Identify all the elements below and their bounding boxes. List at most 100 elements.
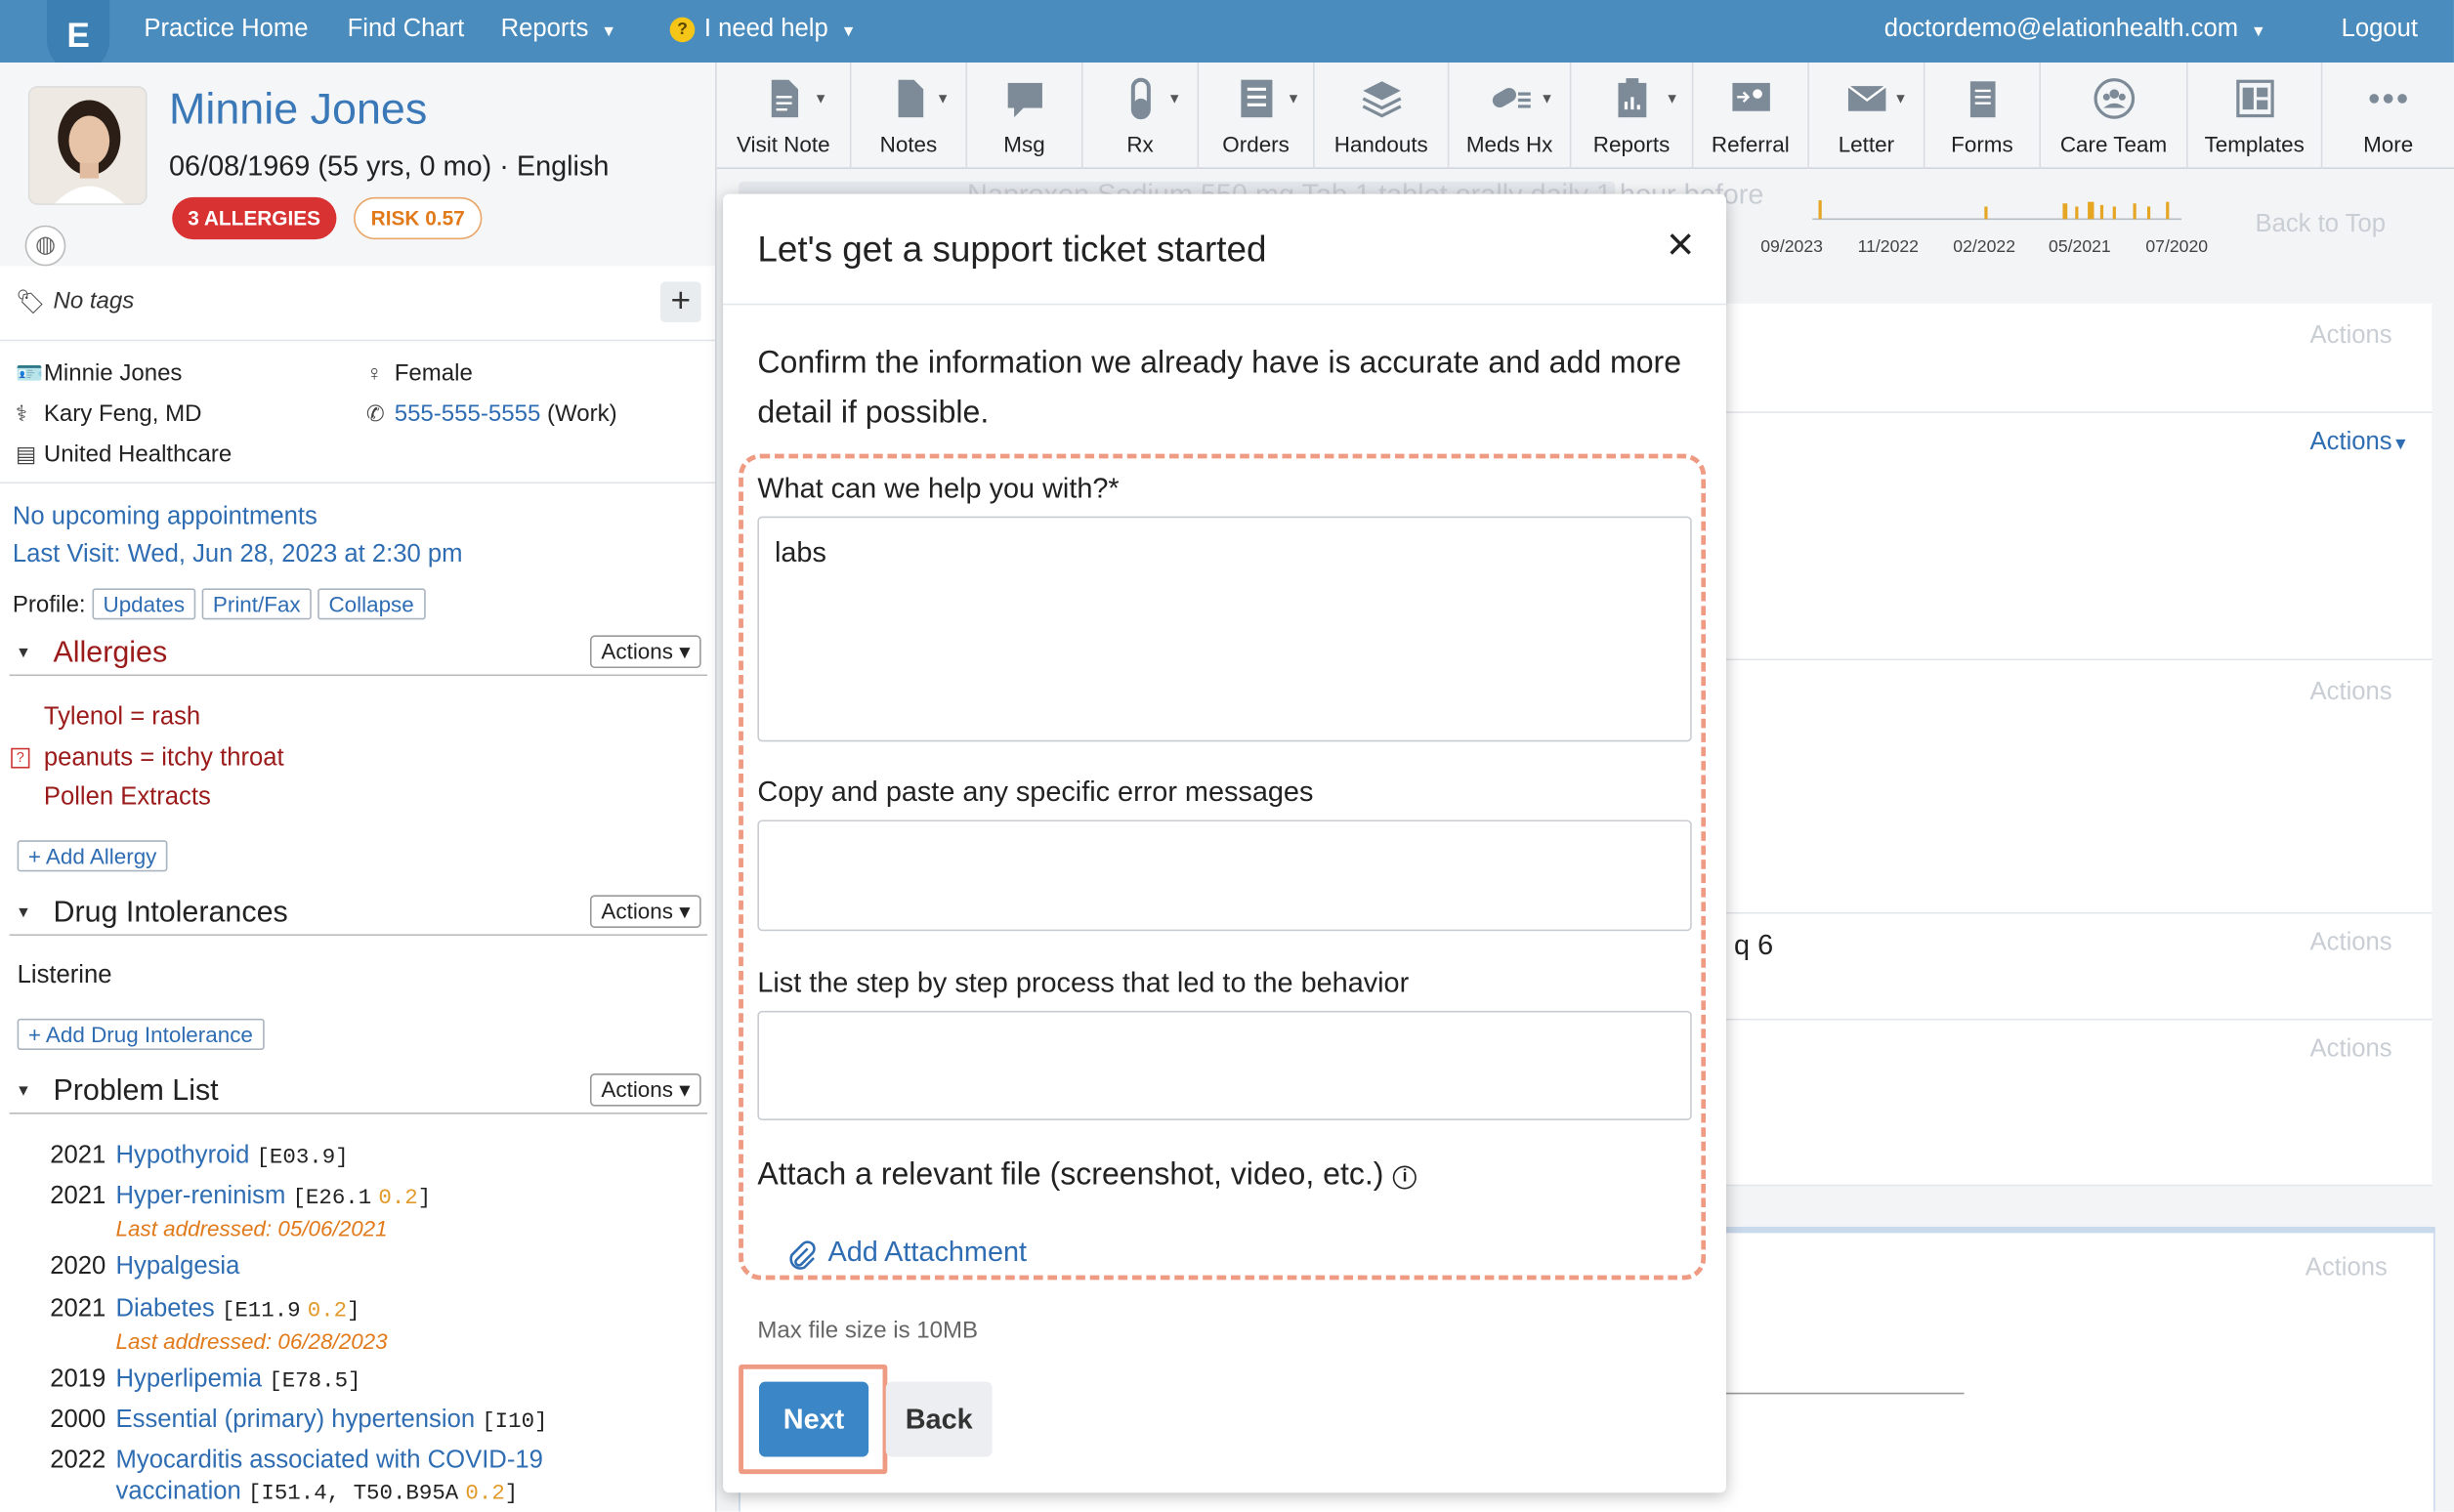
toolbar-label: Letter xyxy=(1838,131,1895,157)
add-drug-intolerance-button[interactable]: + Add Drug Intolerance xyxy=(17,1018,265,1050)
card-actions[interactable]: Actions xyxy=(2310,322,2392,351)
problem-link[interactable]: Myocarditis associated with COVID-19 xyxy=(116,1448,543,1474)
med-timeline-bars xyxy=(1812,200,2182,221)
elation-logo-icon[interactable]: E xyxy=(47,0,110,72)
allergies-title: Allergies xyxy=(53,637,168,670)
card-actions[interactable]: Actions xyxy=(2310,1036,2392,1065)
templates-icon xyxy=(2235,79,2273,118)
toolbar-label: Referral xyxy=(1711,131,1790,157)
globe-icon[interactable]: ◍ xyxy=(24,225,66,267)
user-menu[interactable]: doctordemo@elationhealth.com ▼ xyxy=(1884,16,2266,44)
problem-item: 2021 Hypothyroid [E03.9] xyxy=(50,1142,348,1170)
problem-item-cont: vaccination [I51.4, T50.B95A 0.2] xyxy=(116,1479,519,1507)
toolbar-msg[interactable]: Msg xyxy=(967,63,1083,170)
toolbar-label: Care Team xyxy=(2059,131,2168,157)
problem-code: [E03.9] xyxy=(256,1145,349,1171)
info-icon[interactable]: i xyxy=(1393,1165,1417,1190)
phone-icon: ✆ xyxy=(365,400,385,426)
problem-link-cont[interactable]: vaccination xyxy=(116,1479,241,1505)
card-actions[interactable]: Actions xyxy=(2310,930,2392,958)
avatar[interactable] xyxy=(27,86,148,205)
clipboard-chart-icon xyxy=(1617,78,1646,118)
card-actions-active[interactable]: Actions▼ xyxy=(2310,429,2410,457)
upcoming-appointments-link[interactable]: No upcoming appointments xyxy=(13,504,317,532)
chevron-down-icon: ▼ xyxy=(1665,90,1679,106)
toolbar-forms[interactable]: Forms xyxy=(1925,63,2042,170)
error-field-label: Copy and paste any specific error messag… xyxy=(757,776,1314,808)
steps-textarea[interactable] xyxy=(757,1010,1692,1121)
collapse-triangle-icon[interactable]: ▼ xyxy=(16,904,31,922)
toolbar-reports[interactable]: ▼ Reports xyxy=(1571,63,1694,170)
add-tag-button[interactable]: + xyxy=(660,281,701,323)
allergy-item[interactable]: Tylenol = rash xyxy=(44,704,200,733)
toolbar-label: Rx xyxy=(1126,131,1154,157)
collapse-triangle-icon[interactable]: ▼ xyxy=(16,645,31,662)
add-allergy-button[interactable]: + Add Allergy xyxy=(17,840,168,872)
toolbar-label: More xyxy=(2363,131,2414,157)
forms-icon xyxy=(1969,81,1995,118)
back-to-top-link[interactable]: Back to Top xyxy=(2255,211,2385,239)
problem-link[interactable]: Hypalgesia xyxy=(116,1253,240,1280)
problem-link[interactable]: Hyperlipemia xyxy=(116,1366,263,1393)
phone-link[interactable]: 555-555-5555 xyxy=(395,400,541,427)
add-attachment-link[interactable]: Add Attachment xyxy=(827,1237,1027,1270)
card-actions[interactable]: Actions xyxy=(2310,679,2392,707)
patient-sex-row: ♀ Female xyxy=(366,359,473,386)
tags-text: No tags xyxy=(53,287,135,315)
sig-fragment: q 6 xyxy=(1734,929,1774,961)
toolbar-visit-note[interactable]: ▼ Visit Note xyxy=(717,63,852,170)
toolbar-rx[interactable]: ▼ Rx xyxy=(1083,63,1200,170)
toolbar-care-team[interactable]: Care Team xyxy=(2041,63,2188,170)
patient-name[interactable]: Minnie Jones xyxy=(169,85,427,135)
close-icon[interactable]: × xyxy=(1667,222,1694,269)
problems-actions-button[interactable]: Actions ▾ xyxy=(590,1072,701,1107)
top-nav: E Practice Home Find Chart Reports ▼ ? I n… xyxy=(0,0,2454,72)
toolbar-label: Orders xyxy=(1222,131,1290,157)
nav-reports-label: Reports xyxy=(500,16,589,43)
profile-collapse-button[interactable]: Collapse xyxy=(317,588,425,620)
risk-badge[interactable]: RISK 0.57 xyxy=(354,196,483,240)
nav-find-chart[interactable]: Find Chart xyxy=(348,16,465,44)
allergy-badge[interactable]: 3 ALLERGIES xyxy=(172,196,337,240)
toolbar-more[interactable]: More xyxy=(2322,63,2454,169)
toolbar-letter[interactable]: ▼ Letter xyxy=(1809,63,1925,170)
problem-year: 2022 xyxy=(50,1447,106,1475)
problem-link[interactable]: Diabetes xyxy=(116,1295,215,1322)
last-visit-link[interactable]: Last Visit: Wed, Jun 28, 2023 at 2:30 pm xyxy=(13,541,463,569)
help-textarea[interactable]: labs xyxy=(757,516,1692,742)
profile-label: Profile: xyxy=(12,591,86,618)
back-button[interactable]: Back xyxy=(885,1381,993,1457)
toolbar-referral[interactable]: Referral xyxy=(1693,63,1809,170)
modal-title: Let's get a support ticket started xyxy=(757,228,1267,270)
problem-link[interactable]: Essential (primary) hypertension xyxy=(116,1407,476,1433)
profile-print-fax-button[interactable]: Print/Fax xyxy=(201,588,312,620)
toolbar-label: Reports xyxy=(1592,131,1671,157)
profile-updates-button[interactable]: Updates xyxy=(92,588,196,620)
intolerances-actions-button[interactable]: Actions ▾ xyxy=(590,895,701,928)
toolbar-templates[interactable]: Templates xyxy=(2188,63,2323,170)
toolbar-meds-hx[interactable]: ▼ Meds Hx xyxy=(1449,63,1572,170)
problem-link[interactable]: Hyper-reninism xyxy=(116,1183,286,1209)
toolbar-orders[interactable]: ▼ Orders xyxy=(1199,63,1315,170)
allergy-item[interactable]: Pollen Extracts xyxy=(44,784,211,813)
toolbar-label: Msg xyxy=(1003,131,1045,157)
allergy-item[interactable]: peanuts = itchy throat xyxy=(44,745,284,774)
next-button[interactable]: Next xyxy=(758,1381,869,1457)
toolbar-notes[interactable]: ▼ Notes xyxy=(851,63,968,170)
nav-help[interactable]: ? I need help ▼ xyxy=(669,16,856,44)
allergies-actions-button[interactable]: Actions ▾ xyxy=(590,635,701,669)
nav-reports[interactable]: Reports ▼ xyxy=(501,16,616,44)
collapse-triangle-icon[interactable]: ▼ xyxy=(16,1083,31,1101)
chevron-down-icon: ▼ xyxy=(601,23,617,41)
patient-fullname: Minnie Jones xyxy=(43,359,183,387)
toolbar-handouts[interactable]: Handouts xyxy=(1315,63,1450,170)
intolerance-item[interactable]: Listerine xyxy=(18,962,112,990)
chart-card: Actions xyxy=(1724,303,2433,413)
logout-link[interactable]: Logout xyxy=(2342,16,2418,44)
nav-practice-home[interactable]: Practice Home xyxy=(144,16,308,44)
more-dots-icon xyxy=(2369,94,2407,104)
problem-link[interactable]: Hypothyroid xyxy=(116,1142,250,1168)
card-actions[interactable]: Actions xyxy=(2306,1255,2388,1283)
error-messages-textarea[interactable] xyxy=(757,819,1692,932)
divider xyxy=(0,482,716,484)
